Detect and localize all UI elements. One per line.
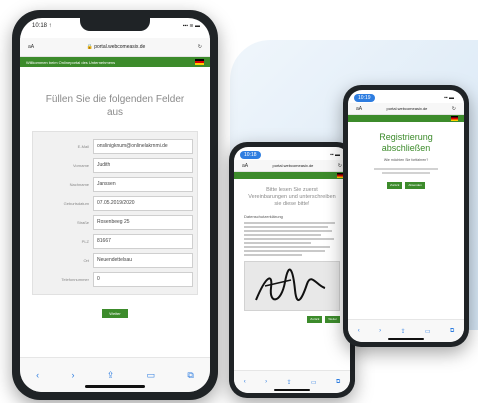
share-icon[interactable]: ⇪ xyxy=(400,328,405,335)
url-text: portal.webcomeasix.de xyxy=(272,163,314,168)
reload-icon[interactable]: ↻ xyxy=(452,106,456,112)
german-flag-icon[interactable] xyxy=(195,59,204,65)
status-bar: 10:18 ▪▪ ▬ xyxy=(234,147,350,160)
page-title: Registrierung abschließen xyxy=(379,132,433,153)
agreement-text xyxy=(244,222,340,256)
phone-screen: 10:18 ↑ ▪▪▪ ≋ ▬ aA 🔒 portal.webcomeasix.… xyxy=(20,18,210,392)
phone-signature: 10:18 ▪▪ ▬ aA portal.webcomeasix.de ↻ Bi… xyxy=(229,142,355,398)
status-time-pill: 10:18 xyxy=(240,151,261,159)
form-row: Straße Rosenbeeg 25 xyxy=(37,213,193,232)
tabs-icon[interactable]: ⧉ xyxy=(336,379,340,386)
signal-icon: ▪▪▪ ≋ ▬ xyxy=(182,23,200,29)
field-input[interactable]: onslinigknum@onlinelakrnmi.de xyxy=(93,139,193,154)
field-label: Vorname xyxy=(72,163,89,168)
form-row: Telefonnummer 0 xyxy=(37,270,193,289)
form-row: Vorname Judith xyxy=(37,156,193,175)
status-time: 10:18 ↑ xyxy=(32,23,52,29)
signal-icon: ▪▪ ▬ xyxy=(330,152,340,158)
bookmarks-icon[interactable]: ▭ xyxy=(311,379,317,386)
url-text: 🔒 portal.webcomeasix.de xyxy=(86,44,146,50)
forward-icon[interactable]: › xyxy=(265,379,267,385)
tabs-icon[interactable]: ⧉ xyxy=(450,328,454,335)
field-input[interactable]: Neuendettelsau xyxy=(93,253,193,268)
next-button[interactable]: Weiter xyxy=(325,316,340,323)
send-button[interactable]: Absenden xyxy=(405,182,425,189)
back-button[interactable]: Zurück xyxy=(387,182,403,189)
signature-pad[interactable] xyxy=(244,261,340,311)
site-header-bar: Willkommen beim Onlineportal des Unterne… xyxy=(20,57,210,67)
info-line xyxy=(374,168,438,170)
field-input[interactable]: Rosenbeeg 25 xyxy=(93,215,193,230)
back-icon[interactable]: ‹ xyxy=(358,328,360,334)
form-heading: Füllen Sie die folgenden Felder aus xyxy=(45,94,185,118)
reload-icon[interactable]: ↻ xyxy=(198,44,202,50)
forward-icon[interactable]: › xyxy=(71,370,74,380)
phone-screen: 10:19 ▪▪ ▬ aA portal.webcomeasix.de ↻ Re… xyxy=(348,90,464,342)
phone-screen: 10:18 ▪▪ ▬ aA portal.webcomeasix.de ↻ Bi… xyxy=(234,147,350,393)
site-header-bar xyxy=(234,172,350,179)
field-label: Telefonnummer xyxy=(61,277,89,282)
field-label: Nachname xyxy=(69,182,89,187)
bookmarks-icon[interactable]: ▭ xyxy=(425,328,431,335)
field-label: Straße xyxy=(76,220,89,225)
field-input[interactable]: 0 xyxy=(93,272,193,287)
forward-icon[interactable]: › xyxy=(379,328,381,334)
address-bar[interactable]: aA 🔒 portal.webcomeasix.de ↻ xyxy=(20,38,210,57)
status-time-pill: 10:19 xyxy=(354,94,375,102)
back-button[interactable]: Zurück xyxy=(307,316,323,323)
back-icon[interactable]: ‹ xyxy=(244,379,246,385)
share-icon[interactable]: ⇪ xyxy=(107,370,115,381)
back-icon[interactable]: ‹ xyxy=(36,370,39,380)
signature-buttons: Zurück Weiter xyxy=(244,316,340,323)
bookmarks-icon[interactable]: ▭ xyxy=(147,370,156,381)
form-row: Geburtsdatum 07.05.2019/2020 xyxy=(37,194,193,213)
phone-complete-registration: 10:19 ▪▪ ▬ aA portal.webcomeasix.de ↻ Re… xyxy=(343,85,469,347)
agreement-heading: Bitte lesen Sie zuerst Vereinbarungen un… xyxy=(248,187,336,207)
form-row: PLZ 81667 xyxy=(37,232,193,251)
submit-button[interactable]: Weiter xyxy=(102,309,128,318)
field-input[interactable]: Janssen xyxy=(93,177,193,192)
url-text: portal.webcomeasix.de xyxy=(386,106,428,111)
home-indicator xyxy=(274,389,310,391)
page-subtitle: Wie möchten Sie fortfahren? xyxy=(383,158,429,162)
site-header-text: Willkommen beim Onlineportal des Unterne… xyxy=(26,59,116,65)
status-bar: 10:19 ▪▪ ▬ xyxy=(348,90,464,103)
site-header-bar xyxy=(348,115,464,122)
registration-form: E-Mail onslinigknum@onlinelakrnmi.de Vorna… xyxy=(32,131,198,295)
section-title: Datenschutzerklärung xyxy=(244,214,283,219)
field-input[interactable]: Judith xyxy=(93,158,193,173)
info-line xyxy=(382,172,430,174)
field-input[interactable]: 07.05.2019/2020 xyxy=(93,196,193,211)
reload-icon[interactable]: ↻ xyxy=(338,163,342,169)
signal-icon: ▪▪ ▬ xyxy=(444,95,454,101)
form-row: Nachname Janssen xyxy=(37,175,193,194)
share-icon[interactable]: ⇪ xyxy=(286,379,291,386)
text-size-button[interactable]: aA xyxy=(28,44,34,50)
form-row: E-Mail onslinigknum@onlinelakrnmi.de xyxy=(37,137,193,156)
phone-registration-form: 10:18 ↑ ▪▪▪ ≋ ▬ aA 🔒 portal.webcomeasix.… xyxy=(12,10,218,400)
field-input[interactable]: 81667 xyxy=(93,234,193,249)
field-label: Geburtsdatum xyxy=(63,201,89,206)
german-flag-icon[interactable] xyxy=(451,116,458,121)
address-bar[interactable]: aA portal.webcomeasix.de ↻ xyxy=(234,160,350,172)
field-label: Ort xyxy=(83,258,89,263)
field-label: E-Mail xyxy=(77,144,89,149)
field-label: PLZ xyxy=(81,239,89,244)
address-bar[interactable]: aA portal.webcomeasix.de ↻ xyxy=(348,103,464,115)
text-size-button[interactable]: aA xyxy=(242,163,248,169)
status-bar: 10:18 ↑ ▪▪▪ ≋ ▬ xyxy=(20,18,210,34)
home-indicator xyxy=(85,385,145,388)
text-size-button[interactable]: aA xyxy=(356,106,362,112)
final-buttons: Zurück Absenden xyxy=(358,182,454,189)
home-indicator xyxy=(388,338,424,340)
form-row: Ort Neuendettelsau xyxy=(37,251,193,270)
tabs-icon[interactable]: ⧉ xyxy=(187,370,193,381)
signature-drawing xyxy=(255,268,326,302)
